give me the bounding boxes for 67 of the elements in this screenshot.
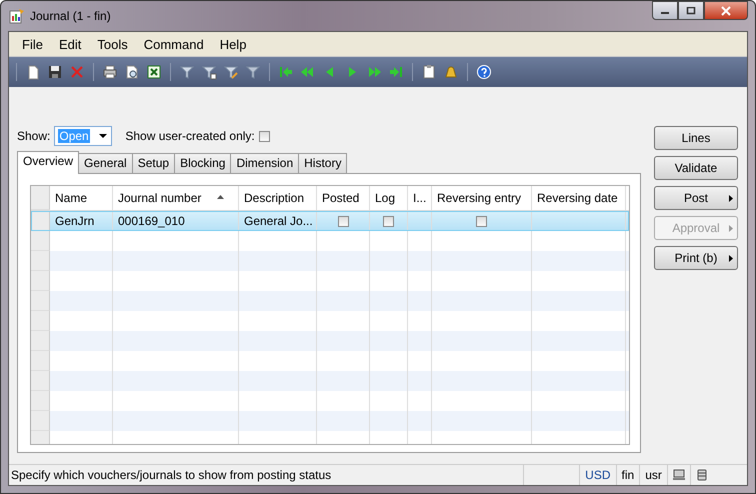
menu-item[interactable]: Edit xyxy=(50,36,90,52)
action-button[interactable]: Post xyxy=(654,186,738,210)
reversing-entry-checkbox[interactable] xyxy=(476,216,487,226)
column-header[interactable]: Posted xyxy=(317,186,370,210)
user-created-checkbox[interactable] xyxy=(258,130,270,142)
first-record-icon[interactable] xyxy=(278,64,294,80)
posted-checkbox[interactable] xyxy=(338,216,348,226)
column-header[interactable]: Description xyxy=(239,186,317,210)
currency-indicator: USD xyxy=(579,465,616,485)
action-button[interactable]: Lines xyxy=(654,126,738,150)
table-cell: 000169_010 xyxy=(113,211,239,231)
status-message: Specify which vouchers/journals to show from posting status xyxy=(10,468,332,482)
help-icon[interactable] xyxy=(476,64,492,80)
caret-icon xyxy=(99,134,108,138)
tab[interactable]: Overview xyxy=(17,151,80,174)
caret-icon xyxy=(729,255,733,262)
table-cell: GenJrn xyxy=(50,211,113,231)
row-header xyxy=(31,186,50,210)
spreadsheet-icon[interactable] xyxy=(146,64,162,80)
filter-icon[interactable] xyxy=(179,64,195,80)
database-icon xyxy=(696,469,708,481)
app-icon xyxy=(9,8,25,24)
column-header[interactable]: Log xyxy=(370,186,408,210)
action-button[interactable]: Validate xyxy=(654,156,738,180)
user-created-label: Show user-created only: xyxy=(125,129,255,143)
filter-icon[interactable] xyxy=(245,64,261,80)
company-indicator: fin xyxy=(616,465,640,485)
tab[interactable]: Blocking xyxy=(174,153,232,173)
close-button[interactable] xyxy=(704,1,748,20)
table-cell: General Jo... xyxy=(239,211,317,231)
action-button[interactable]: Print (b) xyxy=(654,246,738,270)
show-label: Show: xyxy=(17,129,50,143)
menu-item[interactable]: Help xyxy=(212,36,254,52)
maximize-icon xyxy=(686,6,696,14)
column-header[interactable]: Journal number xyxy=(113,186,239,210)
grid-row[interactable]: GenJrn 000169_010 General Jo... xyxy=(31,211,629,231)
clipboard-icon[interactable] xyxy=(421,64,437,80)
user-indicator: usr xyxy=(639,465,667,485)
tab[interactable]: History xyxy=(298,153,348,173)
print-preview-icon[interactable] xyxy=(124,64,140,80)
bell-icon[interactable] xyxy=(443,64,459,80)
tab[interactable]: General xyxy=(78,153,133,173)
menu-item[interactable]: Tools xyxy=(89,36,136,52)
menu-item[interactable]: Command xyxy=(136,36,212,52)
minimize-button[interactable] xyxy=(652,1,678,20)
computer-icon xyxy=(672,469,685,481)
next-page-icon[interactable] xyxy=(366,64,382,80)
column-header[interactable]: Reversing date xyxy=(532,186,626,210)
maximize-button[interactable] xyxy=(678,1,704,20)
tab[interactable]: Dimension xyxy=(230,153,300,173)
log-checkbox[interactable] xyxy=(383,216,394,226)
column-header[interactable]: Name xyxy=(50,186,113,210)
menu-item[interactable]: File xyxy=(14,36,51,52)
filter-icon[interactable] xyxy=(223,64,239,80)
close-icon xyxy=(720,6,732,16)
window-title: Journal (1 - fin) xyxy=(30,9,111,23)
last-record-icon[interactable] xyxy=(388,64,404,80)
tab[interactable]: Setup xyxy=(132,153,176,173)
caret-icon xyxy=(729,195,733,202)
filter-icon[interactable] xyxy=(201,64,217,80)
previous-page-icon[interactable] xyxy=(300,64,316,80)
sort-ascending-icon xyxy=(217,195,224,199)
column-header[interactable]: I... xyxy=(408,186,432,210)
save-icon[interactable] xyxy=(47,64,63,80)
caret-icon xyxy=(729,225,733,232)
print-icon[interactable] xyxy=(102,64,118,80)
column-header[interactable]: Reversing entry xyxy=(432,186,532,210)
